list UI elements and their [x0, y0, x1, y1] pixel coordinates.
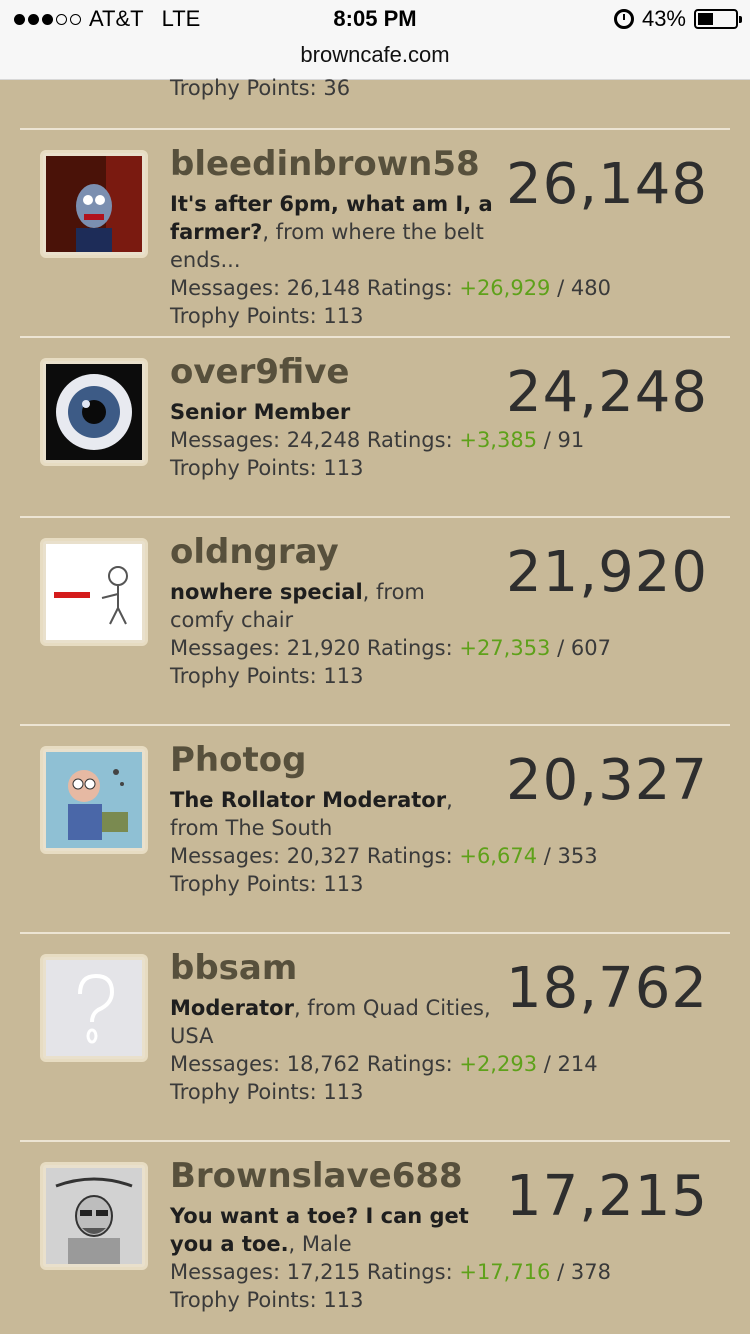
- ratings-separator: /: [557, 1260, 565, 1284]
- status-right: 43%: [613, 6, 742, 32]
- messages-value: 18,762: [286, 1052, 361, 1076]
- trophy-label: Trophy Points:: [170, 456, 317, 480]
- username[interactable]: over9five: [170, 352, 349, 392]
- avatar[interactable]: [40, 358, 148, 466]
- question-mark-avatar-icon: [46, 960, 142, 1056]
- alarm-icon: [613, 9, 634, 29]
- trophy-value[interactable]: 113: [323, 872, 363, 896]
- username[interactable]: Brownslave688: [170, 1156, 463, 1196]
- username[interactable]: Photog: [170, 740, 306, 780]
- trophy-value[interactable]: 113: [323, 1080, 363, 1104]
- messages-label: Messages:: [170, 1260, 281, 1284]
- messages-value: 17,215: [286, 1260, 361, 1284]
- user-location: , Male: [288, 1232, 352, 1256]
- username[interactable]: bleedinbrown58: [170, 144, 480, 184]
- ratings-negative[interactable]: 214: [558, 1052, 598, 1076]
- ratings-separator: /: [543, 1052, 551, 1076]
- ratings-separator: /: [543, 428, 551, 452]
- ratings-positive[interactable]: +6,674: [459, 844, 537, 868]
- avatar[interactable]: [40, 954, 148, 1062]
- username[interactable]: oldngray: [170, 532, 339, 572]
- messages-label: Messages:: [170, 636, 281, 660]
- avatar[interactable]: [40, 746, 148, 854]
- messages-label: Messages:: [170, 844, 281, 868]
- member-meta: nowhere special, from comfy chair Messag…: [170, 578, 611, 690]
- trophy-value[interactable]: 113: [323, 456, 363, 480]
- battery-icon: [694, 9, 742, 29]
- trophy-value[interactable]: 113: [323, 1288, 363, 1312]
- username[interactable]: bbsam: [170, 948, 297, 988]
- ratings-label: Ratings:: [366, 276, 453, 300]
- member-meta: It's after 6pm, what am I, a farmer?, fr…: [170, 190, 611, 330]
- user-title: Senior Member: [170, 400, 351, 424]
- ratings-negative[interactable]: 353: [558, 844, 598, 868]
- trophy-label: Trophy Points:: [170, 1080, 317, 1104]
- messages-label: Messages:: [170, 1052, 281, 1076]
- messages-value: 21,920: [286, 636, 361, 660]
- member-row[interactable]: bbsam 18,762 Moderator, from Quad Cities…: [20, 934, 730, 1140]
- message-count-large: 20,327: [506, 748, 708, 813]
- message-count-large: 17,215: [506, 1164, 708, 1229]
- member-row[interactable]: over9five 24,248 Senior Member Messages:…: [20, 338, 730, 516]
- message-count-large: 21,920: [506, 540, 708, 605]
- eyeball-avatar-icon: [46, 364, 142, 460]
- messages-value: 26,148: [286, 276, 361, 300]
- member-meta: Moderator, from Quad Cities, USA Message…: [170, 994, 598, 1106]
- member-meta: The Rollator Moderator, from The South M…: [170, 786, 598, 898]
- muppet-avatar-icon: [46, 156, 142, 252]
- avatar[interactable]: [40, 538, 148, 646]
- trophy-label: Trophy Points:: [170, 872, 317, 896]
- battery-percent: 43%: [641, 6, 686, 31]
- ratings-negative[interactable]: 480: [571, 276, 611, 300]
- ratings-separator: /: [543, 844, 551, 868]
- avatar[interactable]: [40, 150, 148, 258]
- member-row[interactable]: bleedinbrown58 26,148 It's after 6pm, wh…: [20, 130, 730, 336]
- ratings-separator: /: [557, 276, 565, 300]
- trophy-value[interactable]: 113: [323, 304, 363, 328]
- avatar[interactable]: [40, 1162, 148, 1270]
- messages-value: 24,248: [286, 428, 361, 452]
- ratings-separator: /: [557, 636, 565, 660]
- ratings-label: Ratings:: [366, 428, 453, 452]
- messages-label: Messages:: [170, 428, 281, 452]
- ratings-positive[interactable]: +2,293: [459, 1052, 537, 1076]
- ratings-negative[interactable]: 378: [571, 1260, 611, 1284]
- status-bar: AT&T LTE 8:05 PM 43% browncafe.com: [0, 0, 750, 80]
- trophy-label: Trophy Points:: [170, 1288, 317, 1312]
- member-row[interactable]: oldngray 21,920 nowhere special, from co…: [20, 518, 730, 724]
- trophy-points-partial: Trophy Points: 36: [170, 76, 351, 100]
- ratings-label: Ratings:: [366, 844, 453, 868]
- member-meta: You want a toe? I can get you a toe., Ma…: [170, 1202, 611, 1314]
- ratings-positive[interactable]: +17,716: [459, 1260, 550, 1284]
- member-meta: Senior Member Messages: 24,248 Ratings: …: [170, 398, 584, 482]
- ratings-label: Ratings:: [366, 636, 453, 660]
- trophy-label: Trophy Points:: [170, 304, 317, 328]
- ratings-positive[interactable]: +26,929: [459, 276, 550, 300]
- member-row[interactable]: Brownslave688 17,215 You want a toe? I c…: [20, 1142, 730, 1334]
- user-title: Moderator: [170, 996, 294, 1020]
- stick-figure-avatar-icon: [46, 544, 142, 640]
- ratings-label: Ratings:: [366, 1260, 453, 1284]
- message-count-large: 24,248: [506, 360, 708, 425]
- trophy-value[interactable]: 113: [323, 664, 363, 688]
- message-count-large: 26,148: [506, 152, 708, 217]
- ratings-positive[interactable]: +3,385: [459, 428, 537, 452]
- user-title: nowhere special: [170, 580, 363, 604]
- walter-sketch-avatar-icon: [46, 1168, 142, 1264]
- ratings-negative[interactable]: 91: [558, 428, 585, 452]
- address-bar-url[interactable]: browncafe.com: [0, 42, 750, 68]
- messages-label: Messages:: [170, 276, 281, 300]
- messages-value: 20,327: [286, 844, 361, 868]
- ratings-label: Ratings:: [366, 1052, 453, 1076]
- user-title: The Rollator Moderator: [170, 788, 447, 812]
- member-row[interactable]: Photog 20,327 The Rollator Moderator, fr…: [20, 726, 730, 932]
- message-count-large: 18,762: [506, 956, 708, 1021]
- ratings-negative[interactable]: 607: [571, 636, 611, 660]
- ratings-positive[interactable]: +27,353: [459, 636, 550, 660]
- cartoon-old-man-avatar-icon: [46, 752, 142, 848]
- trophy-label: Trophy Points:: [170, 664, 317, 688]
